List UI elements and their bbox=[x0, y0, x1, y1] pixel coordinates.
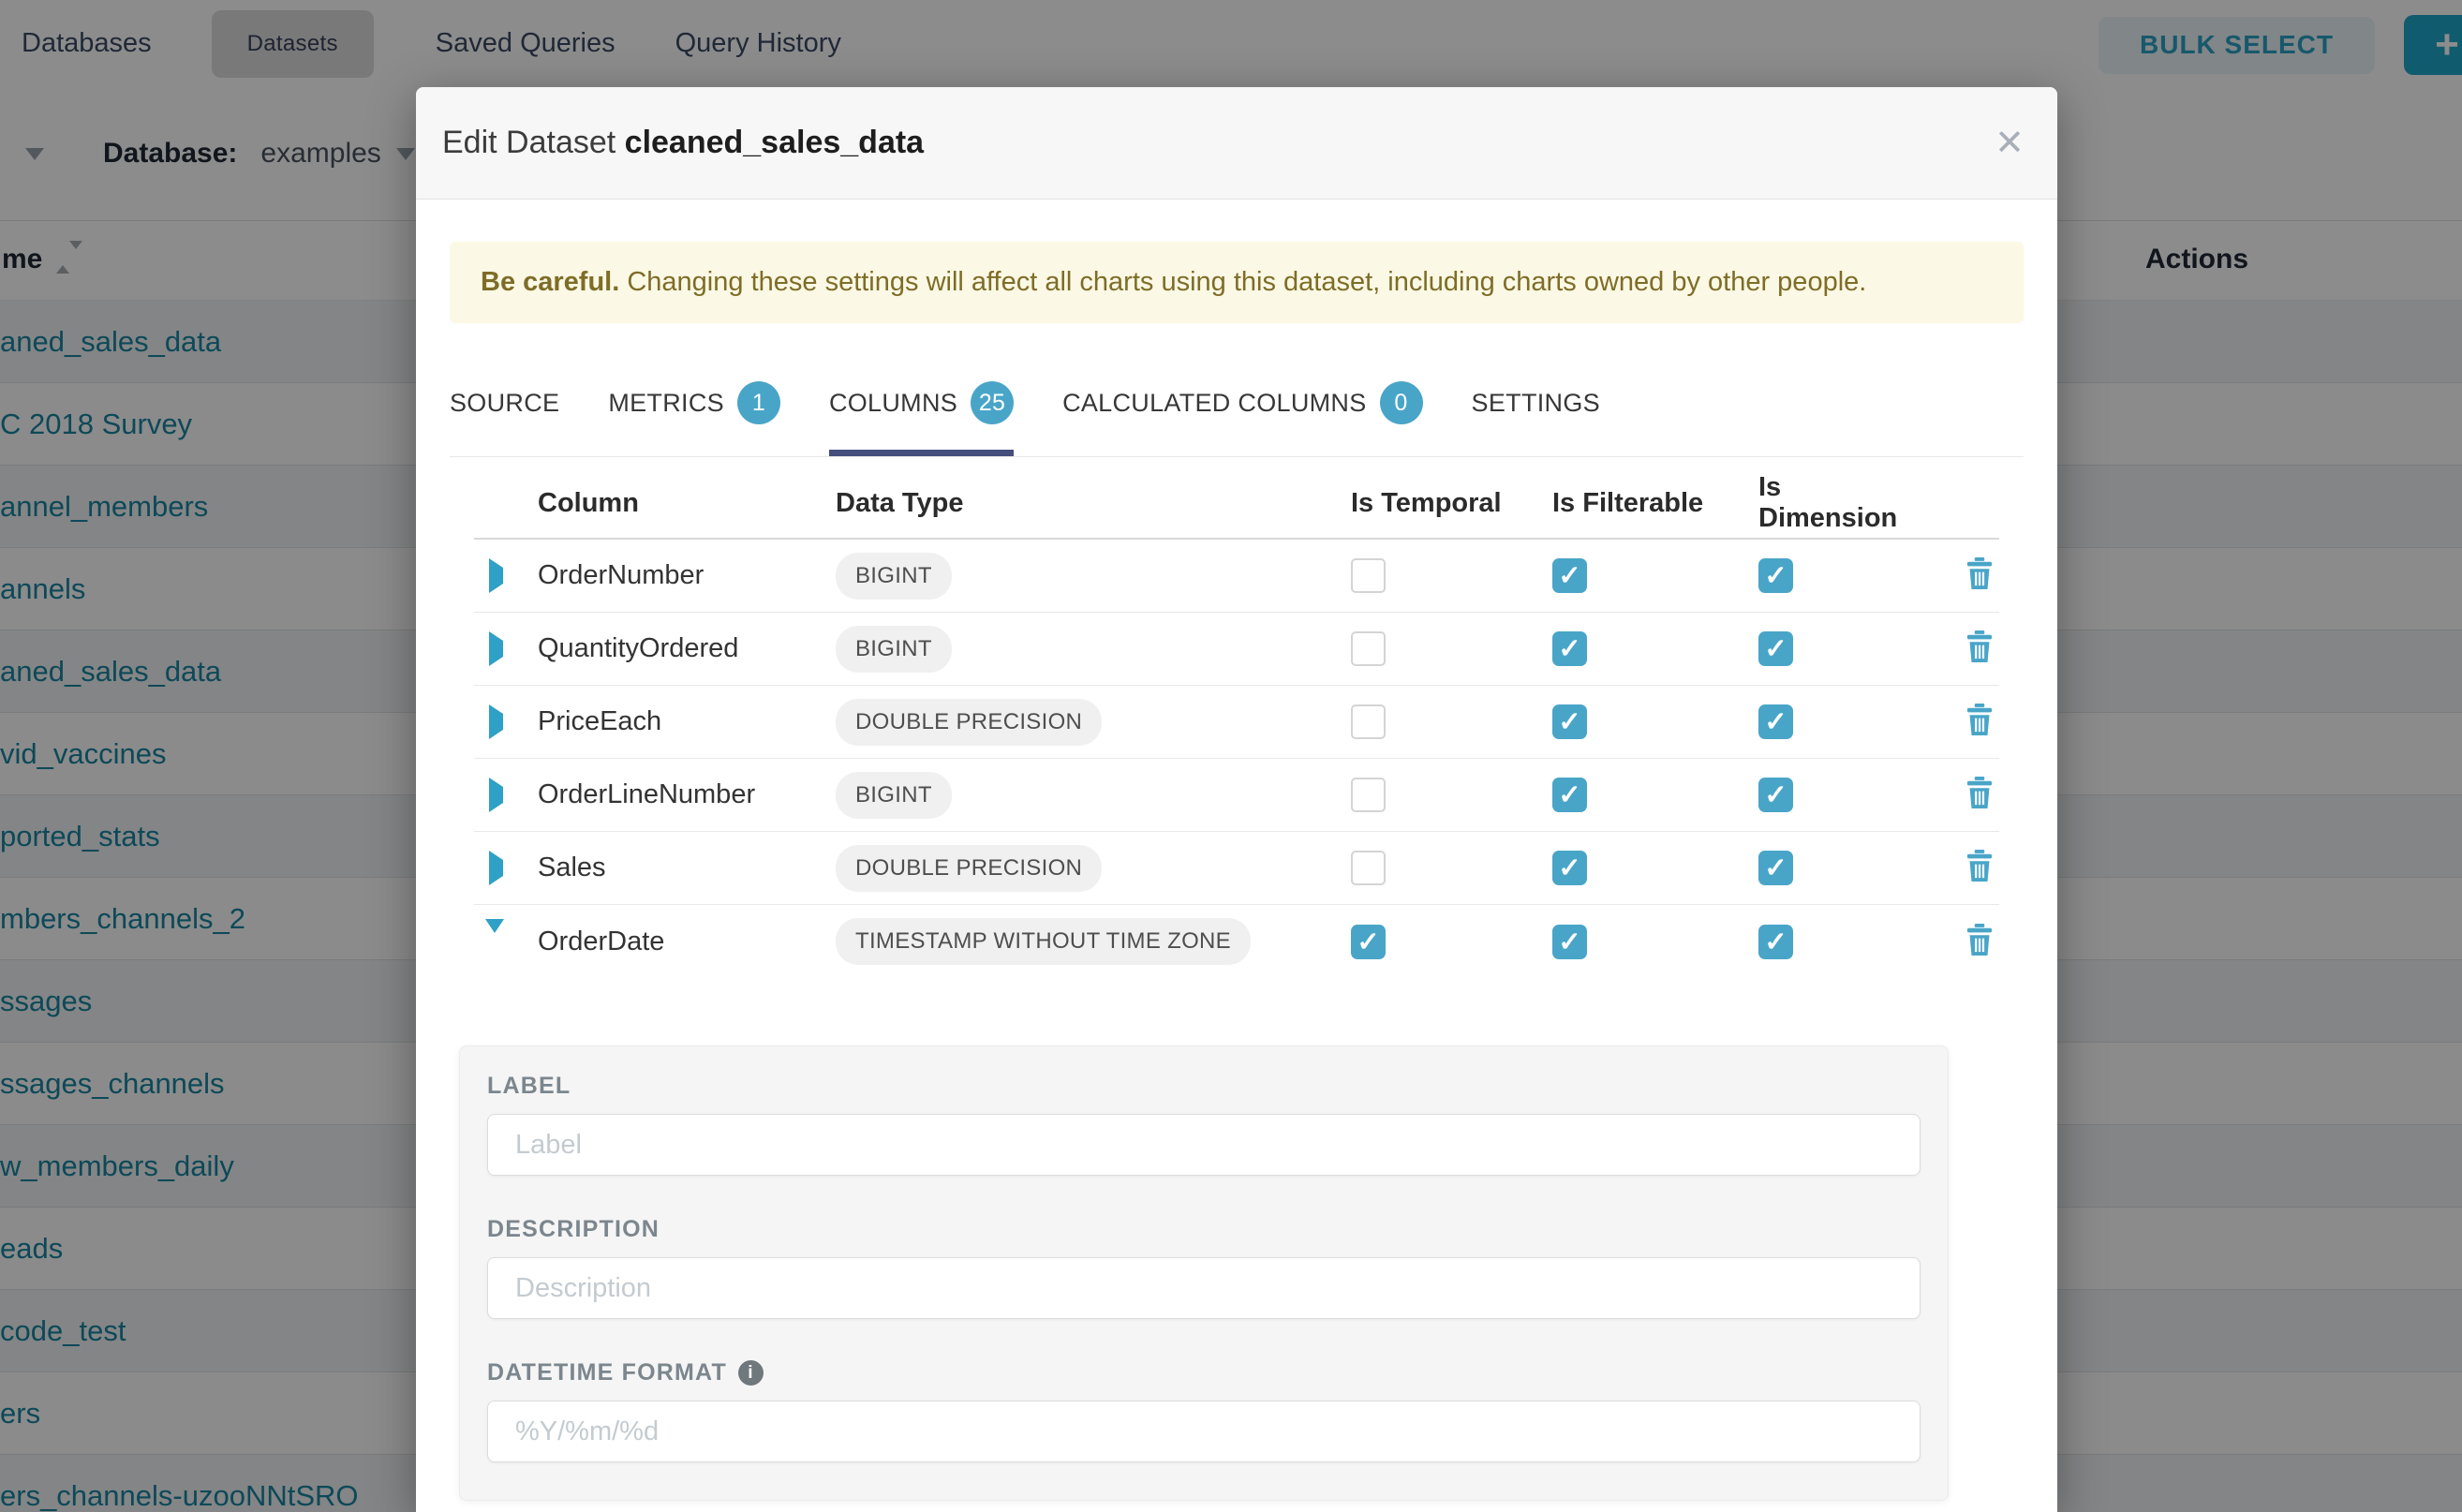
is-temporal-checkbox[interactable] bbox=[1351, 704, 1386, 739]
is-filterable-checkbox[interactable] bbox=[1552, 851, 1587, 885]
description-field-label: DESCRIPTION bbox=[487, 1216, 1921, 1243]
is-filterable-checkbox[interactable] bbox=[1552, 778, 1587, 812]
column-name: Sales bbox=[538, 852, 836, 883]
calculated-columns-count-badge: 0 bbox=[1380, 381, 1423, 424]
modal-header: Edit Dataset cleaned_sales_data ✕ bbox=[416, 87, 2057, 200]
expand-caret-icon[interactable] bbox=[489, 851, 503, 885]
modal-tabs: SOURCE METRICS 1 COLUMNS 25 CALCULATED C… bbox=[450, 357, 2024, 457]
description-input[interactable] bbox=[487, 1257, 1921, 1319]
is-temporal-header: Is Temporal bbox=[1351, 488, 1552, 519]
column-name: OrderNumber bbox=[538, 560, 836, 591]
is-temporal-checkbox[interactable] bbox=[1351, 851, 1386, 885]
is-filterable-checkbox[interactable] bbox=[1552, 631, 1587, 666]
delete-column-button[interactable] bbox=[1965, 777, 1994, 813]
column-name: OrderLineNumber bbox=[538, 779, 836, 810]
datetime-format-input[interactable] bbox=[487, 1401, 1921, 1462]
is-temporal-checkbox[interactable] bbox=[1351, 558, 1386, 593]
label-field-group: LABEL bbox=[487, 1073, 1921, 1176]
page: Databases Datasets Saved Queries Query H… bbox=[0, 0, 2462, 1512]
delete-column-button[interactable] bbox=[1965, 630, 1994, 667]
label-field-label: LABEL bbox=[487, 1073, 1921, 1100]
delete-column-button[interactable] bbox=[1965, 924, 1994, 960]
expand-caret-icon[interactable] bbox=[489, 778, 503, 812]
is-dimension-checkbox[interactable] bbox=[1758, 704, 1793, 739]
delete-column-button[interactable] bbox=[1965, 557, 1994, 594]
delete-column-button[interactable] bbox=[1965, 704, 1994, 740]
column-detail-panel: LABEL DESCRIPTION DATETIME FORMAT i bbox=[459, 1045, 1949, 1501]
tab-settings[interactable]: SETTINGS bbox=[1472, 357, 1600, 456]
columns-table-body: OrderNumber BIGINT bbox=[474, 540, 1999, 978]
trash-icon bbox=[1965, 704, 1994, 735]
warning-bold: Be careful. bbox=[481, 267, 619, 297]
data-type-pill: BIGINT bbox=[836, 553, 952, 600]
trash-icon bbox=[1965, 850, 1994, 882]
column-row: OrderDate TIMESTAMP WITHOUT TIME ZONE bbox=[474, 905, 1999, 978]
expand-caret-icon[interactable] bbox=[489, 558, 503, 593]
column-name: OrderDate bbox=[538, 926, 836, 957]
expand-caret-icon[interactable] bbox=[485, 919, 504, 949]
metrics-count-badge: 1 bbox=[737, 381, 780, 424]
is-dimension-checkbox[interactable] bbox=[1758, 851, 1793, 885]
is-dimension-checkbox[interactable] bbox=[1758, 631, 1793, 666]
column-row: PriceEach DOUBLE PRECISION bbox=[474, 686, 1999, 759]
trash-icon bbox=[1965, 777, 1994, 808]
is-dimension-checkbox[interactable] bbox=[1758, 558, 1793, 593]
columns-table: Column Data Type Is Temporal Is Filterab… bbox=[474, 468, 1999, 978]
expand-caret-icon[interactable] bbox=[489, 631, 503, 666]
edit-dataset-modal: Edit Dataset cleaned_sales_data ✕ Be car… bbox=[416, 87, 2057, 1512]
datetime-format-field-label: DATETIME FORMAT i bbox=[487, 1359, 1921, 1386]
column-row: OrderLineNumber BIGINT bbox=[474, 759, 1999, 832]
column-row: Sales DOUBLE PRECISION bbox=[474, 832, 1999, 905]
delete-column-button[interactable] bbox=[1965, 850, 1994, 886]
column-row: OrderNumber BIGINT bbox=[474, 540, 1999, 613]
column-name: QuantityOrdered bbox=[538, 633, 836, 664]
column-name: PriceEach bbox=[538, 706, 836, 737]
label-input[interactable] bbox=[487, 1114, 1921, 1176]
datetime-format-field-group: DATETIME FORMAT i bbox=[487, 1359, 1921, 1462]
is-dimension-checkbox[interactable] bbox=[1758, 778, 1793, 812]
data-type-pill: DOUBLE PRECISION bbox=[836, 699, 1102, 746]
is-filterable-checkbox[interactable] bbox=[1552, 704, 1587, 739]
columns-count-badge: 25 bbox=[971, 381, 1014, 424]
data-type-pill: DOUBLE PRECISION bbox=[836, 845, 1102, 892]
is-temporal-checkbox[interactable] bbox=[1351, 778, 1386, 812]
data-type-pill: BIGINT bbox=[836, 772, 952, 819]
info-icon[interactable]: i bbox=[738, 1360, 764, 1386]
data-type-pill: TIMESTAMP WITHOUT TIME ZONE bbox=[836, 918, 1251, 965]
warning-banner: Be careful. Changing these settings will… bbox=[450, 242, 2024, 323]
data-type-pill: BIGINT bbox=[836, 626, 952, 673]
is-temporal-checkbox[interactable] bbox=[1351, 631, 1386, 666]
column-header: Column bbox=[538, 488, 836, 519]
is-dimension-checkbox[interactable] bbox=[1758, 925, 1793, 959]
is-dimension-header: Is Dimension bbox=[1758, 472, 1908, 534]
trash-icon bbox=[1965, 557, 1994, 589]
modal-title: Edit Dataset cleaned_sales_data bbox=[442, 125, 924, 161]
is-temporal-checkbox[interactable] bbox=[1351, 925, 1386, 959]
trash-icon bbox=[1965, 924, 1994, 956]
data-type-header: Data Type bbox=[836, 488, 1351, 519]
is-filterable-checkbox[interactable] bbox=[1552, 558, 1587, 593]
warning-text: Changing these settings will affect all … bbox=[619, 267, 1866, 297]
tab-columns[interactable]: COLUMNS 25 bbox=[829, 357, 1014, 456]
columns-table-header: Column Data Type Is Temporal Is Filterab… bbox=[474, 468, 1999, 540]
column-row: QuantityOrdered BIGINT bbox=[474, 613, 1999, 686]
description-field-group: DESCRIPTION bbox=[487, 1216, 1921, 1319]
tab-source[interactable]: SOURCE bbox=[450, 357, 559, 456]
modal-body: Be careful. Changing these settings will… bbox=[416, 242, 2057, 1501]
tab-calculated-columns[interactable]: CALCULATED COLUMNS 0 bbox=[1062, 357, 1422, 456]
dataset-name: cleaned_sales_data bbox=[625, 125, 924, 160]
is-filterable-header: Is Filterable bbox=[1552, 488, 1758, 519]
trash-icon bbox=[1965, 630, 1994, 662]
expand-caret-icon[interactable] bbox=[489, 704, 503, 739]
close-icon[interactable]: ✕ bbox=[1995, 126, 2024, 161]
tab-metrics[interactable]: METRICS 1 bbox=[608, 357, 780, 456]
is-filterable-checkbox[interactable] bbox=[1552, 925, 1587, 959]
